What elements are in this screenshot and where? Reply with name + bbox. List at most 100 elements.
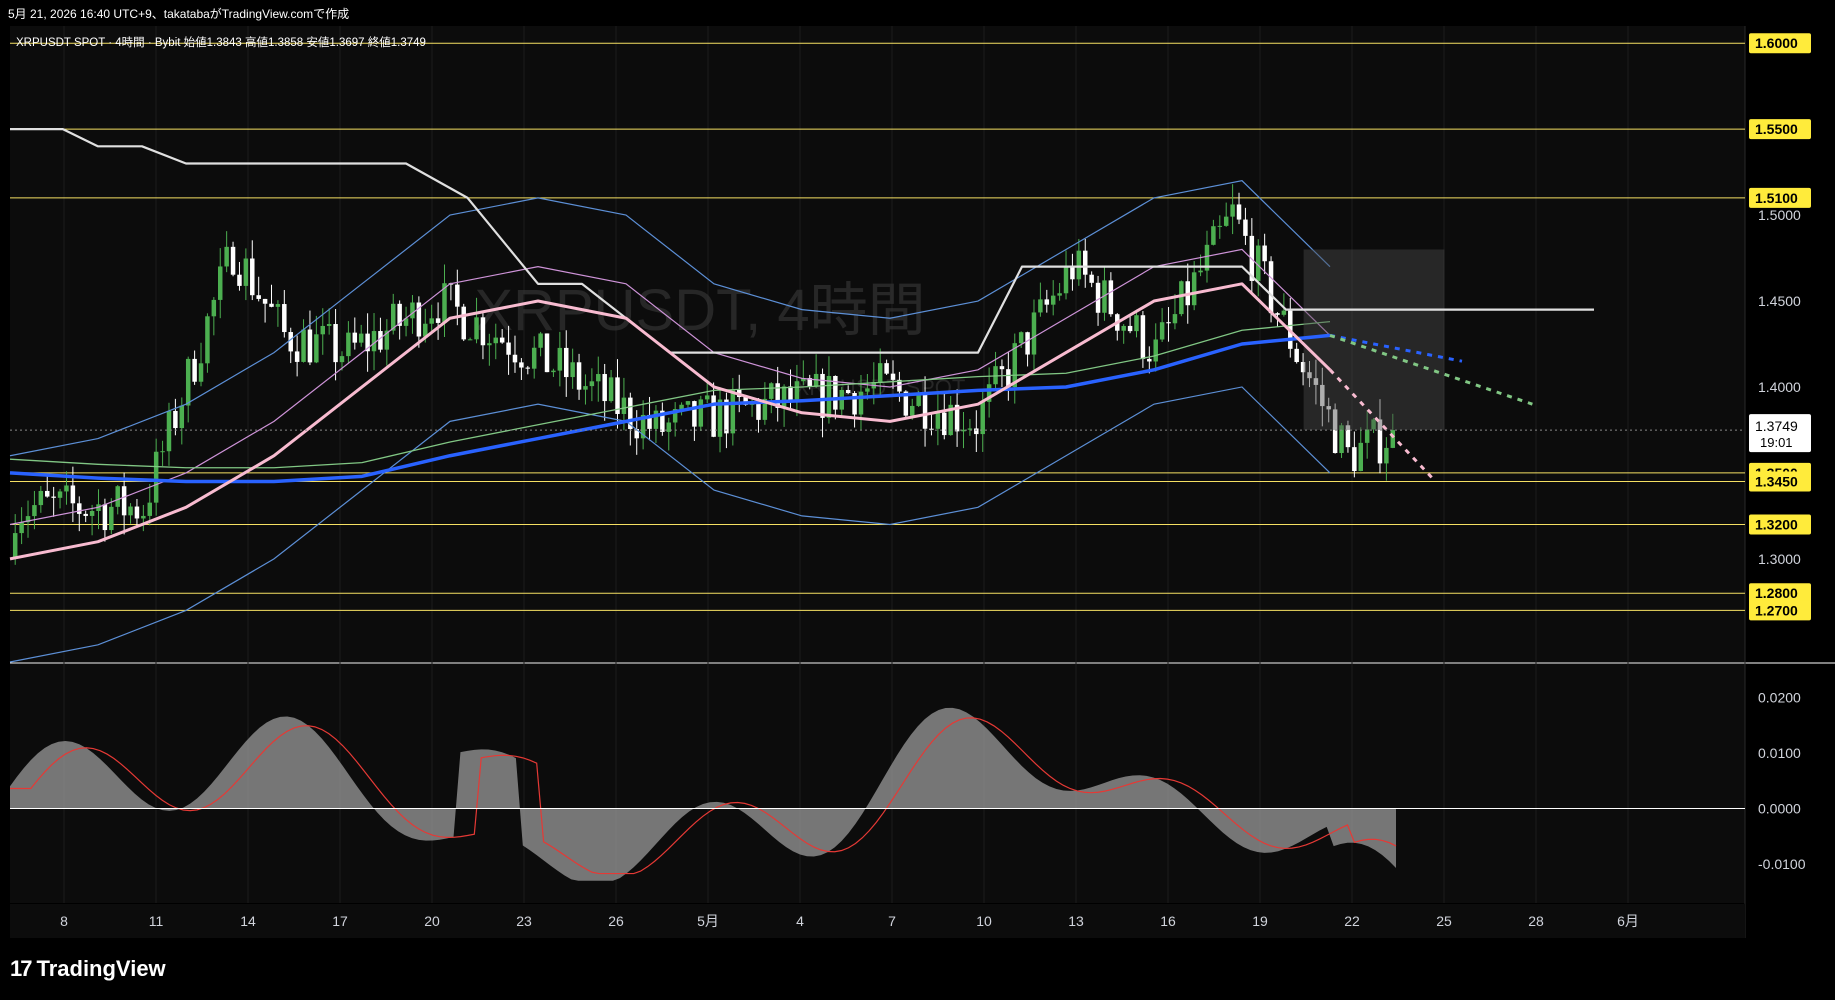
- price-pane: [10, 26, 1745, 662]
- time-tick-label: 23: [516, 913, 532, 929]
- candle-body: [922, 393, 928, 429]
- candle-body: [230, 246, 236, 275]
- time-tick-label: 13: [1068, 913, 1084, 929]
- candle-body: [487, 343, 492, 346]
- candle-body: [32, 505, 37, 517]
- candle-body: [301, 329, 306, 362]
- candle-body: [551, 370, 556, 373]
- candle-body: [679, 404, 684, 410]
- candle-body: [877, 363, 883, 383]
- candle-body: [1358, 442, 1364, 472]
- candle-body: [692, 401, 697, 427]
- candle-body: [1364, 429, 1370, 443]
- time-tick-label: 17: [332, 913, 348, 929]
- candle-body: [506, 342, 511, 355]
- candle-body: [1140, 315, 1146, 359]
- candle-body: [141, 515, 146, 519]
- candle-body: [1121, 325, 1126, 331]
- candle-body: [474, 317, 479, 340]
- candle-body: [909, 405, 915, 416]
- candle-body: [89, 510, 95, 516]
- candle-body: [134, 506, 140, 519]
- candle-body: [512, 354, 518, 363]
- candle-body: [121, 486, 127, 516]
- candle-body: [179, 405, 185, 429]
- candle-body: [480, 317, 486, 346]
- level-label: 1.6000: [1755, 35, 1798, 51]
- level-label: 1.5100: [1755, 190, 1798, 206]
- candle-body: [1166, 322, 1171, 324]
- candle-body: [1159, 322, 1165, 340]
- candle-body: [1243, 219, 1248, 236]
- candle-body: [128, 506, 133, 516]
- candle-body: [198, 363, 204, 382]
- candle-body: [1352, 447, 1357, 472]
- candle-body: [980, 401, 985, 435]
- candle-body: [602, 374, 607, 402]
- price-tick-label: 1.3000: [1758, 551, 1801, 567]
- level-label: 1.2800: [1755, 585, 1798, 601]
- candle-body: [756, 402, 761, 420]
- candle-body: [243, 258, 249, 286]
- level-label: 1.2700: [1755, 602, 1798, 618]
- time-tick-label: 26: [608, 913, 624, 929]
- candle-body: [826, 375, 832, 418]
- candle-body: [185, 358, 191, 406]
- candle-body: [1147, 358, 1152, 362]
- candle-body: [275, 304, 281, 307]
- candle-body: [38, 490, 44, 506]
- candle-body: [653, 410, 659, 429]
- candle-body: [288, 332, 293, 352]
- candle-body: [173, 410, 178, 429]
- tradingview-footer[interactable]: 17 TradingView: [10, 956, 166, 982]
- candle-body: [538, 333, 543, 348]
- time-tick-label: 10: [976, 913, 992, 929]
- candle-body: [70, 485, 76, 504]
- candle-body: [371, 331, 377, 352]
- candle-body: [192, 358, 197, 382]
- candle-body: [1025, 332, 1030, 355]
- candle-body: [1018, 332, 1024, 344]
- candle-body: [1294, 348, 1299, 363]
- price-tick-label: 1.4500: [1758, 293, 1801, 309]
- candle-body: [929, 428, 934, 430]
- candle-body: [102, 504, 108, 531]
- candle-body: [589, 381, 595, 387]
- candle-body: [326, 324, 332, 326]
- brand-name: TradingView: [36, 956, 166, 981]
- candle-body: [294, 351, 300, 362]
- candle-body: [794, 381, 800, 402]
- candle-body: [942, 412, 947, 436]
- time-tick-label: 7: [888, 913, 896, 929]
- candle-body: [845, 389, 851, 394]
- ohlc-legend-text: XRPUSDT SPOT · 4時間 · Bybit 始値1.3843 高値1.…: [16, 35, 426, 49]
- candle-body: [1050, 295, 1056, 305]
- candle-body: [884, 363, 889, 374]
- candle-body: [890, 373, 896, 380]
- candle-body: [999, 366, 1005, 370]
- candle-body: [788, 386, 793, 402]
- candle-body: [1095, 282, 1101, 313]
- candle-body: [1217, 225, 1223, 227]
- candle-body: [262, 298, 268, 304]
- candle-body: [493, 337, 499, 344]
- chart-canvas[interactable]: XRPUSDT, 4時間XRPUSDT SPOT1.30001.40001.45…: [0, 0, 1835, 1000]
- candle-body: [256, 295, 261, 299]
- candle-body: [1172, 314, 1178, 324]
- time-tick-label: 6月: [1617, 913, 1639, 929]
- time-tick-label: 25: [1436, 913, 1452, 929]
- candle-body: [1230, 204, 1235, 217]
- candle-body: [307, 329, 313, 363]
- candle-body: [730, 389, 736, 434]
- candle-body: [250, 258, 255, 296]
- candle-body: [147, 502, 153, 516]
- candle-body: [64, 485, 69, 492]
- ohlc-legend: XRPUSDT SPOT · 4時間 · Bybit 始値1.3843 高値1.…: [16, 35, 426, 49]
- oscillator-tick-label: 0.0100: [1758, 745, 1801, 761]
- candle-body: [109, 506, 114, 531]
- candle-body: [1108, 280, 1114, 315]
- candle-body: [429, 318, 434, 324]
- candle-body: [993, 366, 998, 385]
- time-tick-label: 4: [796, 913, 804, 929]
- candle-body: [339, 356, 345, 363]
